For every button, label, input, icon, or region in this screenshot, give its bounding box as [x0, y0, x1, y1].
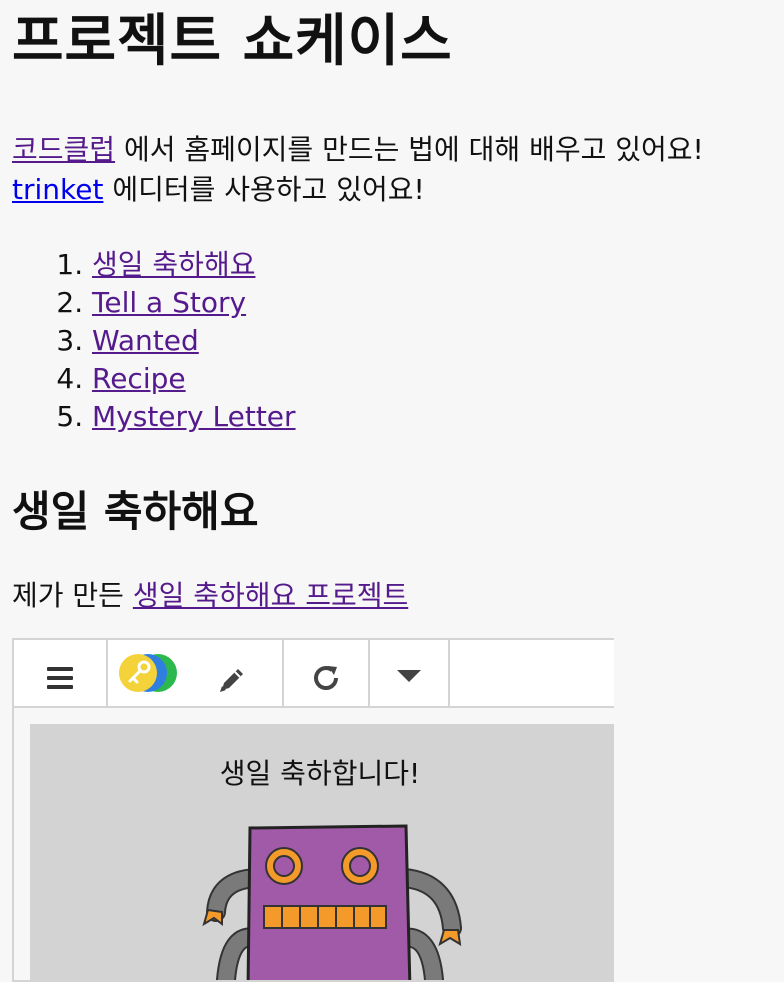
- trinket-embed: 생일 축하합니다!: [12, 638, 614, 982]
- intro-line2-text: 에디터를 사용하고 있어요!: [103, 173, 425, 206]
- hamburger-menu-icon: [47, 667, 73, 689]
- intro-paragraph: 코드클럽 에서 홈페이지를 만드는 법에 대해 배우고 있어요! trinket…: [12, 130, 772, 210]
- trinket-link[interactable]: trinket: [12, 173, 103, 206]
- section-description: 제가 만든 생일 축하해요 프로젝트: [12, 576, 772, 616]
- project-link-tell-a-story[interactable]: Tell a Story: [92, 286, 246, 319]
- codeclub-link[interactable]: 코드클럽: [12, 133, 115, 166]
- project-link-recipe[interactable]: Recipe: [92, 362, 186, 395]
- birthday-project-link[interactable]: 생일 축하해요 프로젝트: [133, 579, 408, 612]
- list-item: 생일 축하해요: [92, 246, 772, 284]
- section-desc-text: 제가 만든: [12, 579, 133, 612]
- section-heading: 생일 축하해요: [12, 487, 259, 536]
- menu-button[interactable]: [14, 640, 108, 706]
- output-stage[interactable]: 생일 축하합니다!: [30, 724, 614, 980]
- refresh-icon: [314, 666, 338, 690]
- stage-title: 생일 축하합니다!: [219, 757, 421, 790]
- list-item: Mystery Letter: [92, 398, 772, 436]
- list-item: Tell a Story: [92, 284, 772, 322]
- more-options-button[interactable]: [370, 640, 450, 706]
- page: 프로젝트 쇼케이스 코드클럽 에서 홈페이지를 만드는 법에 대해 배우고 있어…: [0, 0, 784, 616]
- project-link-wanted[interactable]: Wanted: [92, 324, 199, 357]
- key-share-icon[interactable]: [118, 652, 180, 698]
- list-item: Wanted: [92, 322, 772, 360]
- project-list: 생일 축하해요 Tell a Story Wanted Recipe Myste…: [12, 246, 772, 436]
- page-title: 프로젝트 쇼케이스: [12, 9, 453, 74]
- list-item: Recipe: [92, 360, 772, 398]
- project-link-mystery-letter[interactable]: Mystery Letter: [92, 400, 296, 433]
- project-link-birthday[interactable]: 생일 축하해요: [92, 248, 255, 281]
- robot-image: [202, 824, 462, 980]
- trinket-toolbar: [14, 640, 614, 708]
- caret-down-icon: [397, 670, 421, 682]
- intro-line1-text: 에서 홈페이지를 만드는 법에 대해 배우고 있어요!: [115, 133, 704, 166]
- run-button[interactable]: [284, 640, 370, 706]
- share-toolbar-group: [108, 640, 284, 706]
- pencil-icon[interactable]: [216, 664, 248, 700]
